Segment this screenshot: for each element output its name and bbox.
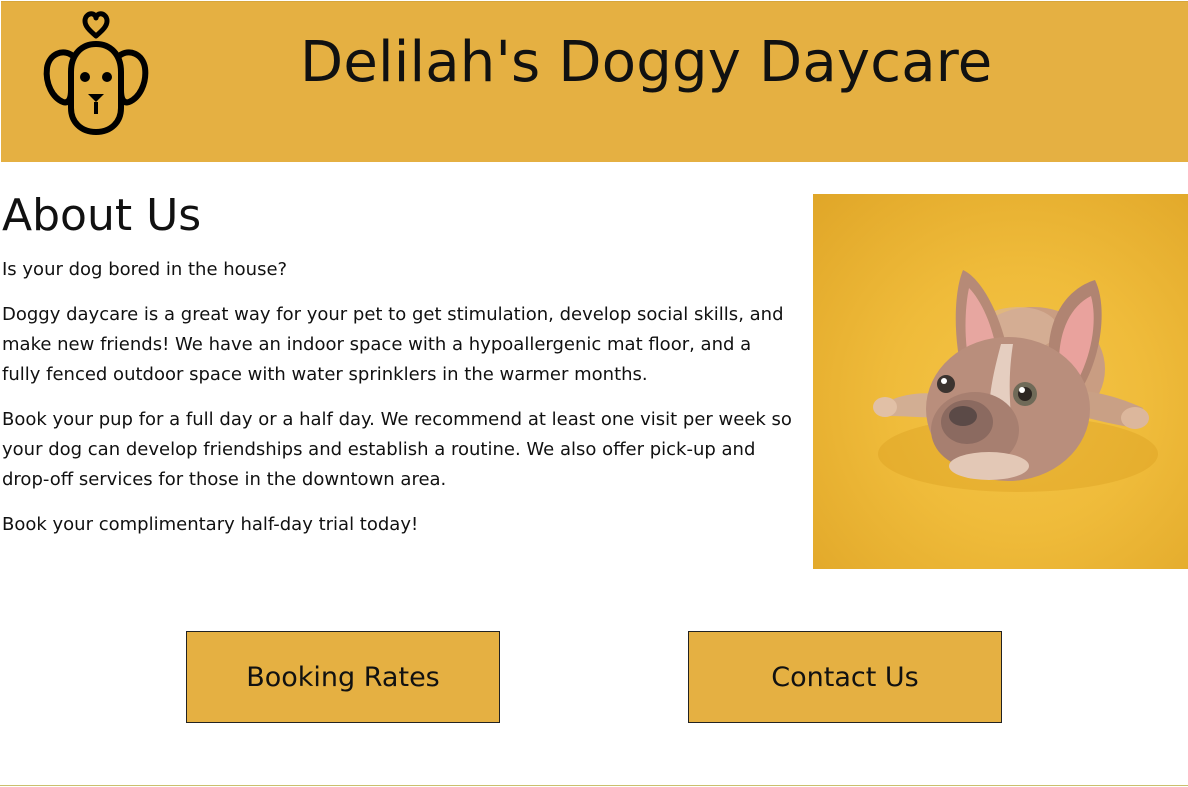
- site-title: Delilah's Doggy Daycare: [300, 30, 993, 95]
- about-paragraph: Is your dog bored in the house?: [2, 258, 288, 280]
- puppy-photo: [813, 194, 1188, 569]
- about-heading: About Us: [2, 190, 202, 241]
- about-paragraph: Book your complimentary half-day trial t…: [2, 513, 419, 535]
- about-section: About Us Is your dog bored in the house?…: [2, 190, 792, 555]
- puppy-illustration: [873, 270, 1158, 492]
- booking-rates-button[interactable]: Booking Rates: [186, 631, 500, 723]
- site-header: Delilah's Doggy Daycare: [1, 1, 1188, 162]
- about-paragraph: Doggy daycare is a great way for your pe…: [2, 303, 784, 385]
- contact-us-button[interactable]: Contact Us: [688, 631, 1002, 723]
- about-paragraph: Book your pup for a full day or a half d…: [2, 408, 792, 490]
- dog-heart-icon[interactable]: [37, 6, 155, 136]
- footer-divider: [0, 785, 1188, 786]
